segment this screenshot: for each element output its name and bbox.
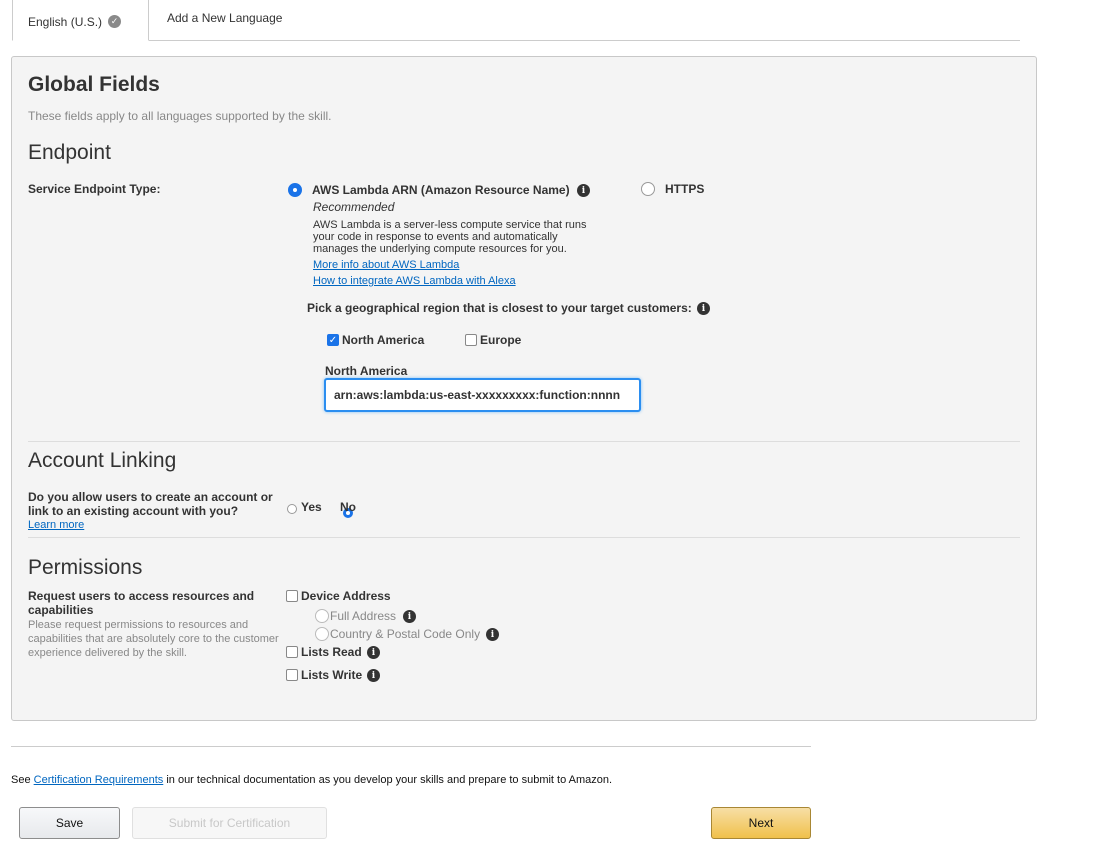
integrate-lambda-link[interactable]: How to integrate AWS Lambda with Alexa [313, 275, 516, 287]
global-subtitle: These fields apply to all languages supp… [28, 109, 332, 123]
permissions-help-3: experience delivered by the skill. [28, 647, 187, 659]
lambda-option-label[interactable]: AWS Lambda ARN (Amazon Resource Name) [312, 183, 570, 197]
lists-read-label[interactable]: Lists Read [301, 645, 362, 659]
full-address-info-icon[interactable]: i [403, 610, 416, 623]
submit-for-certification-button[interactable]: Submit for Certification [132, 807, 327, 839]
tab-english-us[interactable]: English (U.S.) ✓ [12, 0, 149, 41]
tab-add-language[interactable]: Add a New Language [167, 11, 282, 25]
country-postal-radio[interactable] [315, 627, 329, 641]
check-circle-icon: ✓ [108, 15, 122, 28]
certification-note-prefix: See [11, 774, 31, 786]
recommended-text: Recommended [313, 200, 395, 214]
endpoint-type-label: Service Endpoint Type: [28, 182, 161, 196]
tabs-underline [12, 40, 1020, 41]
certification-note-suffix: in our technical documentation as you de… [166, 774, 613, 786]
lambda-desc-line-3: manages the underlying compute resources… [313, 243, 567, 255]
lambda-desc-line-1: AWS Lambda is a server-less compute serv… [313, 219, 587, 231]
divider [28, 441, 1020, 442]
account-linking-heading: Account Linking [28, 449, 177, 472]
lists-write-label[interactable]: Lists Write [301, 668, 362, 682]
permissions-label-2: capabilities [28, 603, 94, 617]
lists-read-checkbox[interactable] [286, 646, 298, 658]
https-option-label[interactable]: HTTPS [665, 182, 704, 196]
divider [28, 537, 1020, 538]
certification-requirements-link[interactable]: Certification Requirements [34, 774, 164, 786]
region-prompt: Pick a geographical region that is close… [307, 301, 692, 315]
north-america-field-label: North America [325, 364, 408, 378]
account-linking-question-2: link to an existing account with you? [28, 504, 239, 518]
device-address-label[interactable]: Device Address [301, 589, 391, 603]
account-linking-question-1: Do you allow users to create an account … [28, 490, 273, 504]
lambda-info-icon[interactable]: i [577, 184, 590, 197]
account-linking-yes-label[interactable]: Yes [301, 500, 322, 514]
next-button[interactable]: Next [711, 807, 811, 839]
region-info-icon[interactable]: i [697, 302, 710, 315]
permissions-help-1: Please request permissions to resources … [28, 619, 249, 631]
lambda-desc-line-2: your code in response to events and auto… [313, 231, 558, 243]
lists-read-info-icon[interactable]: i [367, 646, 380, 659]
country-postal-info-icon[interactable]: i [486, 628, 499, 641]
permissions-label-1: Request users to access resources and [28, 589, 255, 603]
lists-write-info-icon[interactable]: i [367, 669, 380, 682]
permissions-help-2: capabilities that are absolutely core to… [28, 633, 279, 645]
permissions-heading: Permissions [28, 556, 143, 579]
learn-more-link[interactable]: Learn more [28, 519, 84, 531]
north-america-checkbox[interactable]: ✓ [327, 334, 339, 346]
europe-checkbox[interactable] [465, 334, 477, 346]
full-address-label[interactable]: Full Address [330, 609, 396, 623]
north-america-arn-input[interactable] [324, 378, 641, 412]
lists-write-checkbox[interactable] [286, 669, 298, 681]
country-postal-label[interactable]: Country & Postal Code Only [330, 627, 480, 641]
full-address-radio[interactable] [315, 609, 329, 623]
tab-english-us-label: English (U.S.) [28, 15, 103, 29]
device-address-checkbox[interactable] [286, 590, 298, 602]
lambda-radio[interactable] [288, 183, 302, 197]
account-linking-no-label[interactable]: No [340, 500, 356, 514]
page-title: Global Fields [28, 73, 160, 96]
certification-note: See Certification Requirements in our te… [11, 774, 612, 786]
account-linking-yes-radio[interactable] [287, 504, 297, 514]
north-america-label[interactable]: North America [342, 333, 424, 347]
https-radio[interactable] [641, 182, 655, 196]
europe-label[interactable]: Europe [480, 333, 521, 347]
footer-divider [11, 746, 811, 747]
more-info-lambda-link[interactable]: More info about AWS Lambda [313, 259, 459, 271]
save-button[interactable]: Save [19, 807, 120, 839]
endpoint-heading: Endpoint [28, 141, 111, 164]
